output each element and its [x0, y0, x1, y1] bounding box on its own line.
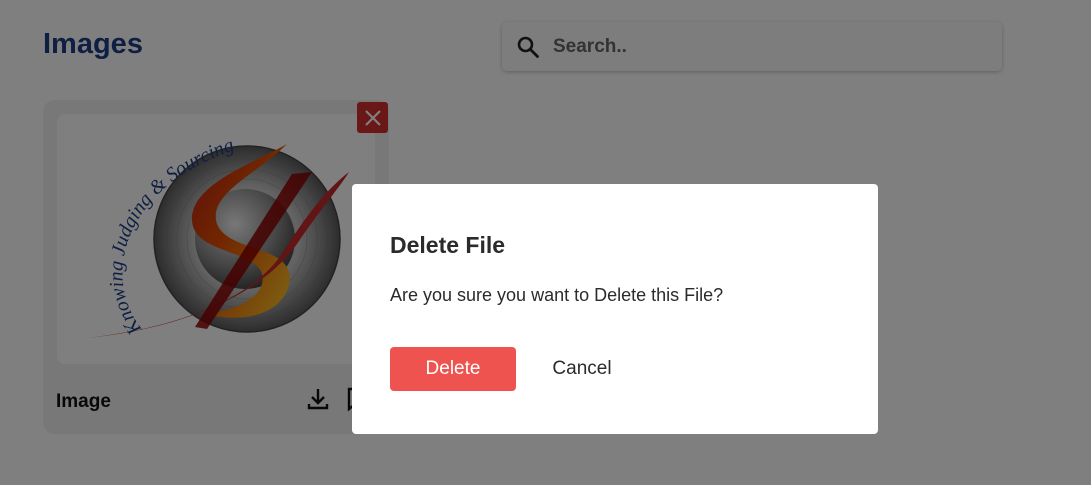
dialog-title: Delete File [390, 232, 506, 258]
cancel-button[interactable]: Cancel [534, 347, 630, 391]
dialog-message: Are you sure you want to Delete this Fil… [390, 285, 724, 305]
delete-button[interactable]: Delete [390, 347, 516, 391]
images-page: Images [0, 0, 1091, 485]
delete-dialog: Delete File Are you sure you want to Del… [352, 184, 878, 434]
